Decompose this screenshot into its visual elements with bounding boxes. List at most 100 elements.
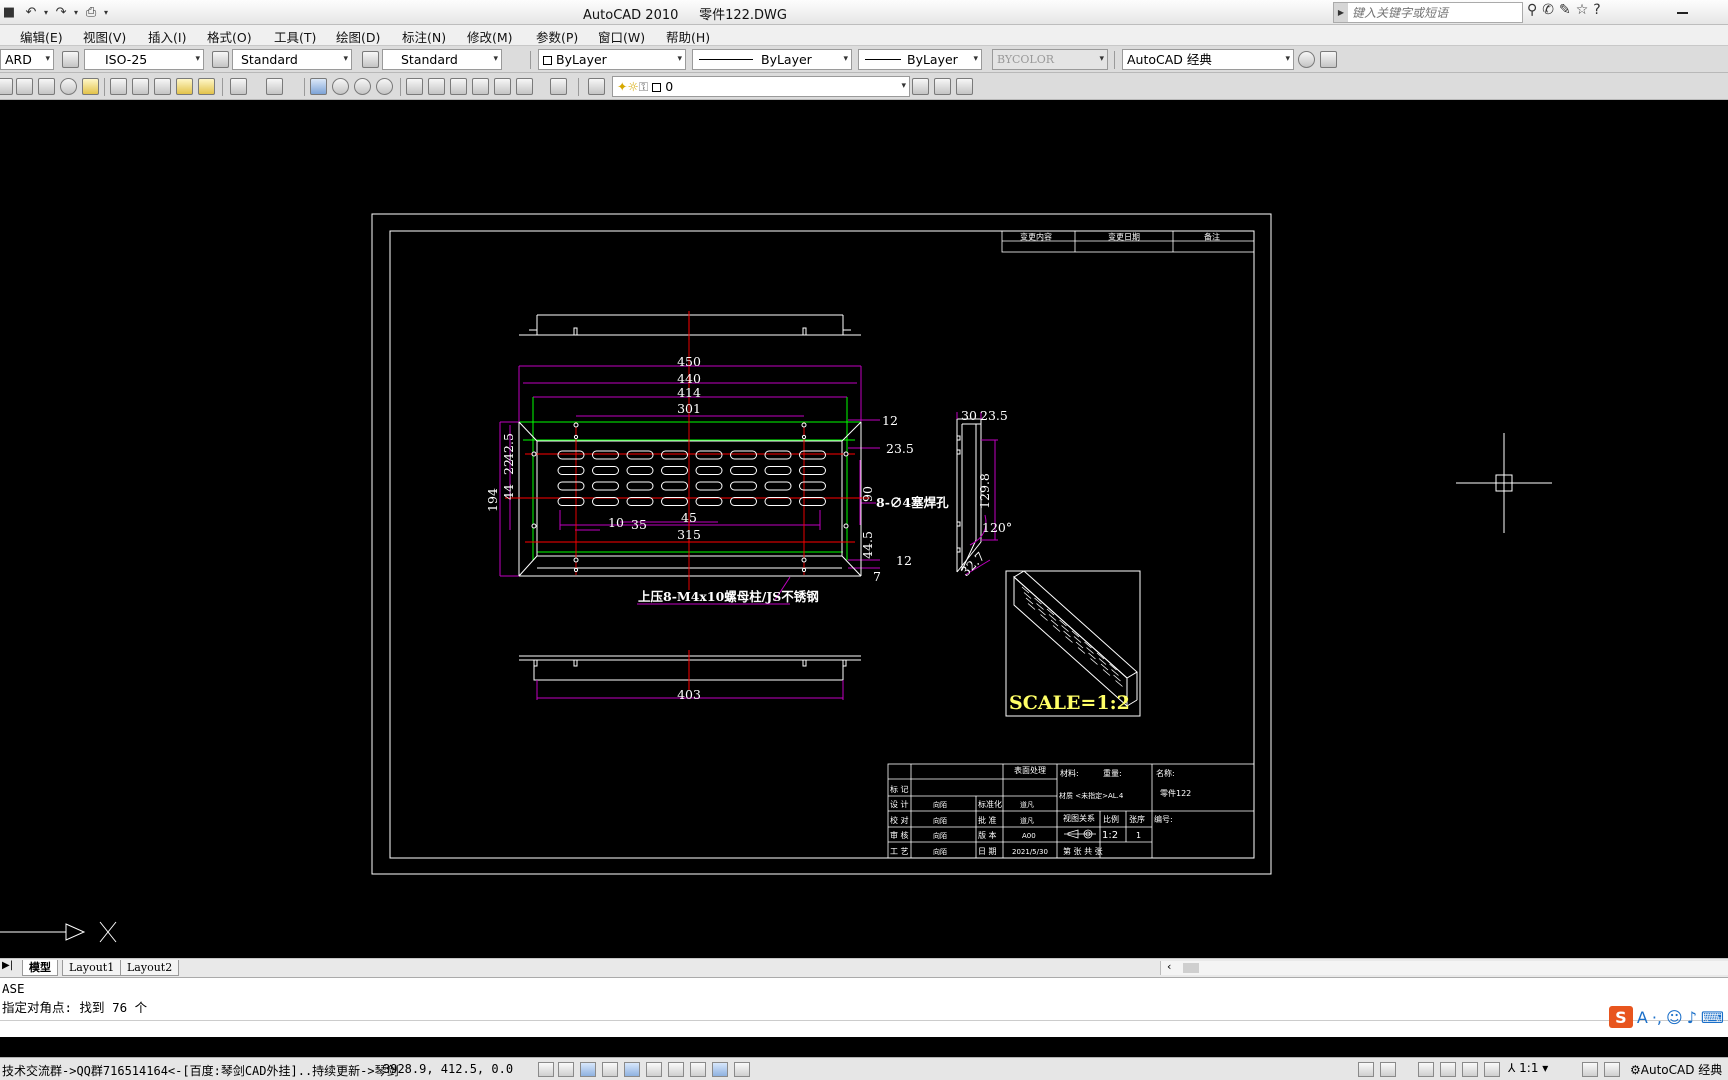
copy-icon[interactable] <box>132 78 149 95</box>
layout-view-button[interactable] <box>1380 1062 1396 1077</box>
zoom-status-button[interactable] <box>1440 1062 1456 1077</box>
menu-window[interactable]: 窗口(W) <box>598 27 645 46</box>
ime-voice-icon[interactable]: ♪ <box>1687 1008 1697 1027</box>
favorites-star-icon[interactable]: ☆ <box>1576 2 1589 18</box>
workspace-select[interactable]: AutoCAD 经典 ▾ <box>1122 49 1294 70</box>
snap-mode-button[interactable] <box>538 1062 554 1077</box>
redo-icon[interactable] <box>266 78 283 95</box>
text-style-select[interactable]: ARD ▾ <box>0 49 54 70</box>
menu-parameters[interactable]: 参数(P) <box>536 27 578 46</box>
plot-preview-icon[interactable] <box>60 78 77 95</box>
auto-scale-button[interactable] <box>1604 1062 1620 1077</box>
match-properties-icon[interactable] <box>176 78 193 95</box>
menu-edit[interactable]: 编辑(E) <box>20 27 63 46</box>
pan-status-button[interactable] <box>1418 1062 1434 1077</box>
quick-properties-button[interactable] <box>734 1062 750 1077</box>
tb-standardizer: 道凡 <box>1020 800 1034 809</box>
paste-icon[interactable] <box>154 78 171 95</box>
markup-icon[interactable] <box>494 78 511 95</box>
zoom-window-icon[interactable] <box>354 78 371 95</box>
layer-states-icon[interactable] <box>956 78 973 95</box>
sogou-ime-icon[interactable]: S <box>1608 1006 1633 1028</box>
menu-tools[interactable]: 工具(T) <box>274 27 316 46</box>
plot-icon[interactable] <box>38 78 55 95</box>
minimize-button[interactable] <box>1665 0 1725 25</box>
table-style-select[interactable]: Standard ▾ <box>232 49 352 70</box>
iso-slot <box>1077 647 1086 654</box>
dimension-style-select[interactable]: ISO-25 ▾ <box>84 49 204 70</box>
tab-layout1[interactable]: Layout1 <box>62 960 122 976</box>
layer-previous-icon[interactable] <box>934 78 951 95</box>
color-select[interactable]: ByLayer ▾ <box>538 49 686 70</box>
help-icon[interactable] <box>550 78 567 95</box>
ime-keyboard-icon[interactable]: ⌨ <box>1701 1008 1724 1027</box>
quickcalc-icon[interactable] <box>516 78 533 95</box>
pan-icon[interactable] <box>310 78 327 95</box>
menu-insert[interactable]: 插入(I) <box>148 27 186 46</box>
new-icon[interactable] <box>0 78 13 95</box>
design-center-icon[interactable] <box>428 78 445 95</box>
undo-icon[interactable] <box>230 78 247 95</box>
menu-view[interactable]: 视图(V) <box>83 27 126 46</box>
steering-wheel-button[interactable] <box>1462 1062 1478 1077</box>
linetype-select[interactable]: ByLayer ▾ <box>692 49 852 70</box>
zoom-previous-icon[interactable] <box>376 78 393 95</box>
menu-dimension[interactable]: 标注(N) <box>402 27 446 46</box>
showmotion-button[interactable] <box>1484 1062 1500 1077</box>
annotation-visibility-button[interactable] <box>1582 1062 1598 1077</box>
help-icon[interactable]: ? <box>1593 2 1600 18</box>
ortho-mode-button[interactable] <box>580 1062 596 1077</box>
iso-slot <box>1090 658 1098 665</box>
grid-display-button[interactable] <box>558 1062 574 1077</box>
multileader-style-select[interactable]: Standard ▾ <box>382 49 502 70</box>
horizontal-scrollbar[interactable]: ‹ <box>1160 960 1728 975</box>
vent-slot <box>592 481 619 491</box>
lineweight-select[interactable]: ByLayer ▾ <box>858 49 982 70</box>
workspace-switch[interactable]: ⚙AutoCAD 经典 <box>1630 1061 1722 1078</box>
lineweight-button[interactable] <box>712 1062 728 1077</box>
search-expand-icon[interactable]: ▶ <box>1334 3 1348 22</box>
search-input[interactable] <box>1348 5 1518 20</box>
layer-select[interactable]: ✦☼⚿ 0 ▾ <box>612 76 910 97</box>
annotation-scale[interactable]: ⅄ 1:1 ▾ <box>1508 1061 1548 1075</box>
menu-modify[interactable]: 修改(M) <box>467 27 513 46</box>
tool-palettes-icon[interactable] <box>450 78 467 95</box>
ime-punctuation-icon[interactable]: ·, <box>1652 1008 1662 1027</box>
command-input[interactable] <box>0 1020 1728 1037</box>
table-style-icon[interactable] <box>212 51 229 68</box>
zoom-realtime-icon[interactable] <box>332 78 349 95</box>
tab-nav-icon[interactable]: ▶| <box>2 960 13 971</box>
ime-emoji-icon[interactable]: ☺ <box>1666 1008 1683 1027</box>
cut-icon[interactable] <box>110 78 127 95</box>
dynamic-ucs-button[interactable] <box>668 1062 684 1077</box>
multileader-style-icon[interactable] <box>362 51 379 68</box>
workspace-settings-gear-icon[interactable] <box>1298 51 1315 68</box>
object-snap-tracking-button[interactable] <box>646 1062 662 1077</box>
model-space-button[interactable] <box>1358 1062 1374 1077</box>
block-editor-icon[interactable] <box>198 78 215 95</box>
drawing-canvas[interactable]: 变更内容 变更日期 备注 450 440 414 301 12 23.5 42.… <box>0 101 1728 958</box>
subscription-icon[interactable]: ✎ <box>1559 2 1571 18</box>
communication-icon[interactable]: ✆ <box>1542 2 1554 18</box>
polar-tracking-button[interactable] <box>602 1062 618 1077</box>
menu-format[interactable]: 格式(O) <box>207 27 252 46</box>
dynamic-input-button[interactable] <box>690 1062 706 1077</box>
properties-icon[interactable] <box>406 78 423 95</box>
scroll-left-icon[interactable]: ‹ <box>1167 960 1171 973</box>
publish-icon[interactable] <box>82 78 99 95</box>
menu-help[interactable]: 帮助(H) <box>666 27 710 46</box>
dimension-style-icon[interactable] <box>62 51 79 68</box>
vent-slot <box>626 466 654 475</box>
layer-properties-icon[interactable] <box>588 78 605 95</box>
scrollbar-thumb[interactable] <box>1183 963 1199 973</box>
binoculars-icon[interactable]: ⚲ <box>1527 2 1537 18</box>
tab-layout2[interactable]: Layout2 <box>120 960 180 976</box>
open-icon[interactable] <box>16 78 33 95</box>
tab-model[interactable]: 模型 <box>22 960 58 976</box>
clean-screen-icon[interactable] <box>1320 51 1337 68</box>
ime-language-icon[interactable]: A <box>1637 1008 1648 1027</box>
object-snap-button[interactable] <box>624 1062 640 1077</box>
sheet-set-icon[interactable] <box>472 78 489 95</box>
menu-draw[interactable]: 绘图(D) <box>336 27 380 46</box>
make-current-layer-icon[interactable] <box>912 78 929 95</box>
